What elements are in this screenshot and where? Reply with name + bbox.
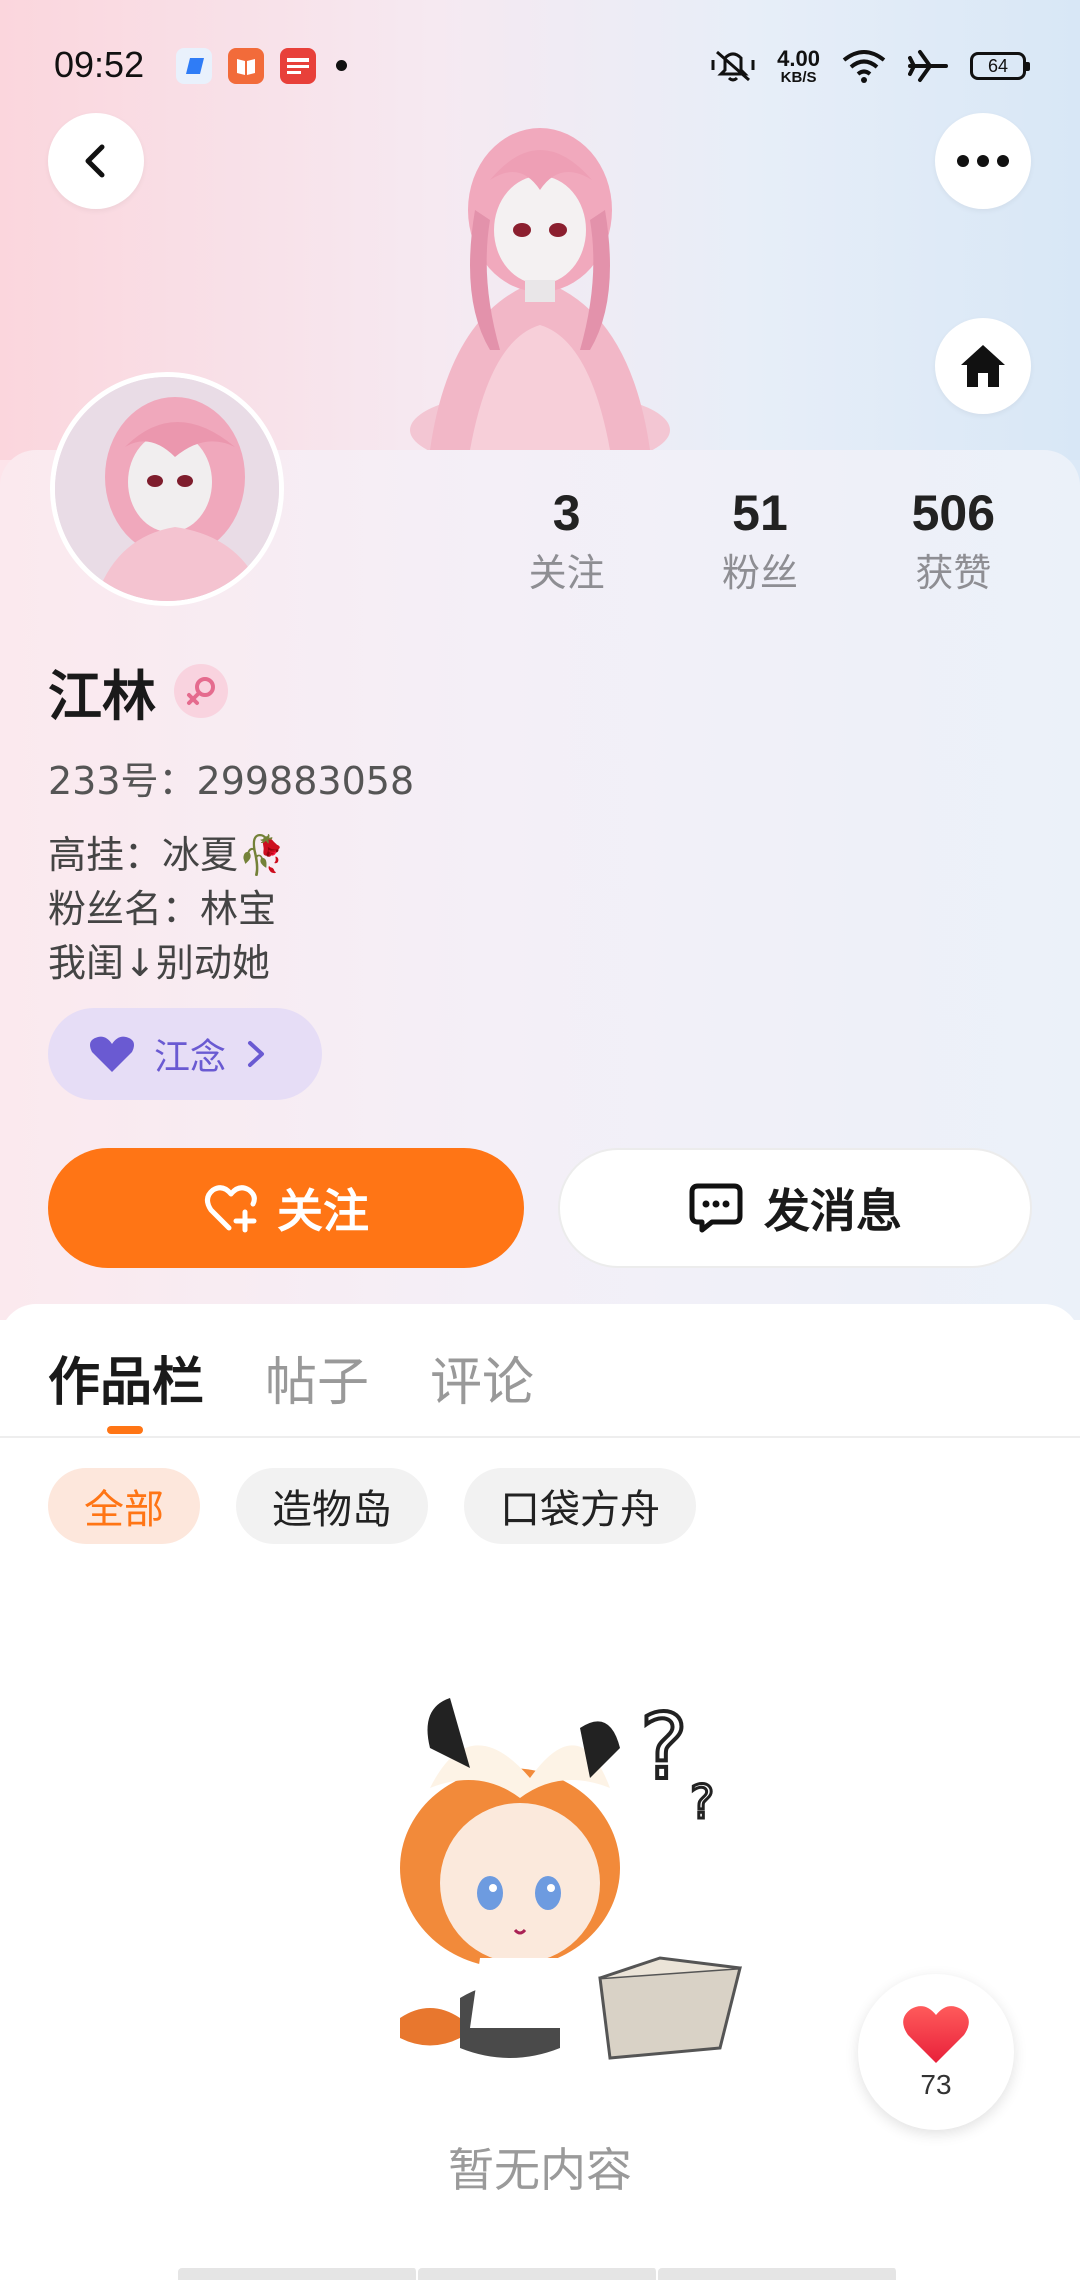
chevron-left-icon: [85, 144, 105, 178]
more-button[interactable]: [935, 113, 1031, 209]
user-id: 233号：299883058: [48, 759, 415, 803]
like-floating-button[interactable]: 73: [858, 1974, 1014, 2130]
app-notification-icon: [176, 48, 212, 84]
tab-works[interactable]: 作品栏: [48, 1340, 204, 1415]
message-button[interactable]: 发消息: [558, 1148, 1032, 1268]
placeholder-card: [658, 2268, 898, 2280]
network-speed: 4.00 KB/S: [777, 45, 820, 86]
airplane-mode-icon: [908, 50, 948, 82]
chat-bubble-icon: [689, 1183, 743, 1233]
mute-vibrate-icon: [711, 50, 755, 82]
wifi-icon: [842, 50, 886, 83]
stat-label: 粉丝: [721, 551, 798, 595]
follow-button-label: 关注: [277, 1184, 369, 1238]
status-time: 09:52: [54, 44, 145, 85]
more-dots-icon: [957, 155, 1009, 167]
scroll-hint-bars: [178, 2268, 898, 2280]
empty-state-text: 暂无内容: [448, 2143, 632, 2197]
stat-fans[interactable]: 51 粉丝: [663, 478, 856, 598]
back-button[interactable]: [48, 113, 144, 209]
home-button[interactable]: [935, 318, 1031, 414]
home-icon: [961, 345, 1005, 387]
message-button-label: 发消息: [764, 1184, 902, 1238]
battery-indicator: 64: [970, 52, 1030, 80]
status-bar: 09:52 4.00 KB/S 64: [0, 0, 1080, 130]
follow-button[interactable]: 关注: [48, 1148, 524, 1268]
relationship-tag-label: 江念: [154, 1037, 227, 1078]
filter-chip-all[interactable]: 全部: [48, 1468, 200, 1544]
stat-value: 506: [911, 485, 996, 541]
female-icon: [174, 664, 228, 718]
filter-chips: 全部 造物岛 口袋方舟: [48, 1468, 696, 1544]
empty-state-illustration: ? ?: [400, 1693, 742, 2060]
network-speed-value: 4.00: [777, 45, 820, 71]
stat-following[interactable]: 3 关注: [470, 478, 663, 598]
filter-chip-ark[interactable]: 口袋方舟: [464, 1468, 696, 1544]
app-root: 09:52 4.00 KB/S 64 3 关注 51 粉丝 506 获赞 江林 …: [0, 0, 1080, 2280]
placeholder-card: [418, 2268, 658, 2280]
svg-text:?: ?: [690, 1775, 714, 1829]
heart-icon: [90, 1036, 134, 1072]
relationship-tag[interactable]: 江念: [48, 1008, 322, 1100]
heart-icon: [903, 2006, 969, 2063]
active-tab-indicator: [107, 1426, 143, 1434]
stat-likes[interactable]: 506 获赞: [857, 478, 1050, 598]
network-speed-unit: KB/S: [780, 68, 817, 86]
bio-line: 我闺↓别动她: [48, 941, 270, 985]
filter-chip-island[interactable]: 造物岛: [236, 1468, 428, 1544]
chevron-right-icon: [248, 1041, 265, 1067]
stat-value: 51: [732, 485, 788, 541]
add-heart-icon: [205, 1185, 257, 1233]
bio-line: 高挂：冰夏🥀: [48, 833, 286, 877]
stat-value: 3: [552, 485, 581, 541]
notification-dot: [336, 60, 347, 71]
placeholder-card: [178, 2268, 418, 2280]
stat-label: 关注: [528, 551, 605, 595]
tab-comments[interactable]: 评论: [430, 1340, 534, 1415]
bio-line: 粉丝名：林宝: [48, 887, 277, 931]
stat-label: 获赞: [915, 551, 992, 595]
profile-stats: 3 关注 51 粉丝 506 获赞: [470, 478, 1050, 598]
name-row: 江林: [48, 658, 228, 728]
avatar-image: [55, 377, 279, 601]
like-count: 73: [920, 2069, 952, 2100]
cover-character-image: [410, 128, 670, 450]
content-tabs: 作品栏 帖子 评论: [0, 1304, 1080, 1438]
reader-app-icon: [228, 48, 264, 84]
avatar[interactable]: [50, 372, 284, 606]
tab-posts[interactable]: 帖子: [265, 1340, 369, 1415]
svg-text:?: ?: [640, 1695, 688, 1800]
status-indicators: 4.00 KB/S 64: [711, 44, 1030, 88]
user-name: 江林: [48, 664, 156, 728]
news-app-icon: [280, 48, 316, 84]
